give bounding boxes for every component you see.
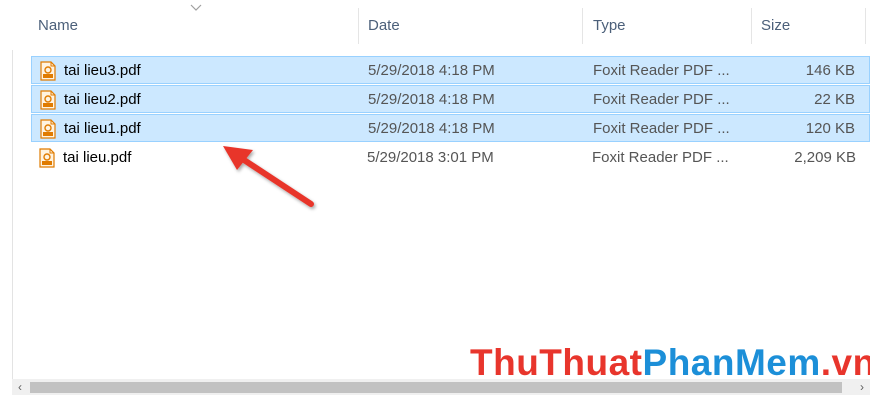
file-size: 146 KB [805,61,855,79]
file-row[interactable]: tai lieu1.pdf 5/29/2018 4:18 PM Foxit Re… [31,114,870,142]
scroll-right-icon[interactable]: › [854,379,870,395]
watermark-part: PhanMem [642,342,821,383]
sort-chevron-icon [190,4,202,11]
column-header-size[interactable]: Size [761,0,790,50]
pdf-file-icon [40,61,56,81]
file-row[interactable]: tai lieu3.pdf 5/29/2018 4:18 PM Foxit Re… [31,56,870,84]
column-divider[interactable] [751,8,752,44]
file-type: Foxit Reader PDF ... [593,61,730,79]
horizontal-scrollbar[interactable]: ‹ › [12,379,870,395]
file-explorer-window: Name Date Type Size tai lieu3.pdf 5/29/2… [0,0,870,395]
scroll-left-icon[interactable]: ‹ [12,379,28,395]
column-divider[interactable] [582,8,583,44]
pdf-file-icon [39,148,55,168]
file-row[interactable]: tai lieu2.pdf 5/29/2018 4:18 PM Foxit Re… [31,85,870,113]
file-name: tai lieu.pdf [63,148,132,166]
file-date: 5/29/2018 4:18 PM [368,61,495,79]
column-header-date[interactable]: Date [368,0,400,50]
column-divider[interactable] [358,8,359,44]
file-type: Foxit Reader PDF ... [593,90,730,108]
scrollbar-thumb[interactable] [30,382,842,393]
file-type: Foxit Reader PDF ... [593,119,730,137]
column-header: Name Date Type Size [12,0,870,50]
annotation-arrow-icon [223,146,314,207]
file-size: 2,209 KB [794,148,856,166]
file-date: 5/29/2018 4:18 PM [368,119,495,137]
file-name: tai lieu3.pdf [64,61,141,79]
file-name: tai lieu1.pdf [64,119,141,137]
watermark-part: ThuThuat [470,342,643,383]
file-size: 22 KB [814,90,855,108]
column-divider[interactable] [865,8,866,44]
column-header-name[interactable]: Name [38,0,78,50]
pdf-file-icon [40,119,56,139]
watermark-part: .vn [820,342,870,383]
file-name: tai lieu2.pdf [64,90,141,108]
file-type: Foxit Reader PDF ... [592,148,729,166]
navigation-pane-border [12,0,13,395]
column-header-type[interactable]: Type [593,0,626,50]
pdf-file-icon [40,90,56,110]
file-row[interactable]: tai lieu.pdf 5/29/2018 3:01 PM Foxit Rea… [31,144,870,172]
file-size: 120 KB [805,119,855,137]
file-date: 5/29/2018 4:18 PM [368,90,495,108]
file-date: 5/29/2018 3:01 PM [367,148,494,166]
